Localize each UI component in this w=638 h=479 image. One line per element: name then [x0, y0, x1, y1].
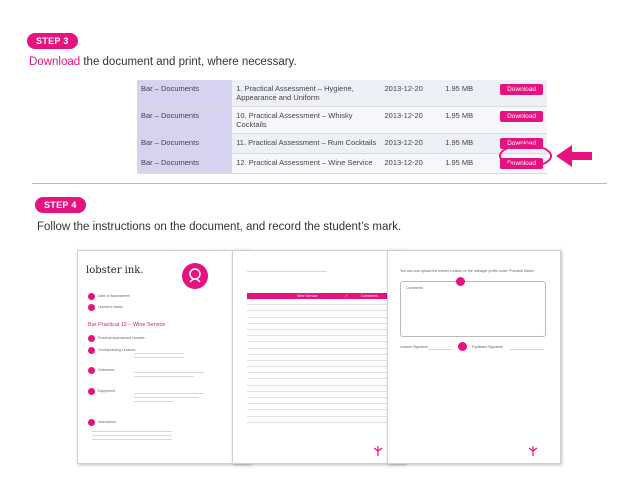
document-thumbnail-page-3: You can now upload the learner's marks o…: [387, 250, 561, 464]
comments-label: Comments: [406, 286, 423, 290]
date-cell: 2013-12-20: [380, 106, 442, 134]
step-4-instruction: Follow the instructions on the document,…: [37, 221, 402, 233]
section-label: Instructions:: [98, 420, 117, 424]
category-cell: Bar – Documents: [137, 80, 233, 107]
date-cell: 2013-12-20: [380, 133, 442, 154]
section-label: Outcomes:: [98, 368, 115, 372]
step-4-badge: STEP 4: [35, 197, 86, 213]
table-row: Bar – Documents 10. Practical Assessment…: [137, 106, 547, 134]
learner-signature-label: Learner Signature: [400, 345, 429, 349]
date-cell: 2013-12-20: [380, 80, 442, 107]
title-cell: 11. Practical Assessment – Rum Cocktails: [232, 133, 381, 154]
section-label: Equipment:: [98, 389, 116, 393]
pointer-arrow-icon: [556, 145, 592, 167]
title-cell: 1. Practical Assessment – Hygiene, Appea…: [232, 80, 381, 107]
download-link[interactable]: Download: [29, 56, 80, 68]
table-row: Bar – Documents 11. Practical Assessment…: [137, 133, 547, 154]
section-bullet-icon: [88, 419, 95, 426]
section-bullet-icon: [88, 335, 95, 342]
title-cell: 10. Practical Assessment – Whisky Cockta…: [232, 106, 381, 134]
upload-note: You can now upload the learner's marks o…: [400, 269, 535, 273]
action-cell: Download: [496, 80, 547, 107]
checklist-table: Wine Service ✓ Comments: [247, 293, 391, 423]
title-cell: 12. Practical Assessment – Wine Service: [232, 153, 381, 174]
name-field-label: Learner's Name:: [98, 305, 124, 309]
comments-box: Comments: [400, 281, 546, 337]
logo: lobster ink.: [86, 265, 144, 276]
section-label: Practical Assessment Number:: [98, 336, 146, 340]
section-label: Corresponding Lessons:: [98, 348, 136, 352]
size-cell: 1.95 MB: [441, 106, 497, 134]
document-thumbnail-page-1: lobster ink. Date of Assessment: Learner…: [77, 250, 251, 464]
highlight-ring: [499, 144, 552, 168]
date-bullet-icon: [88, 293, 95, 300]
checklist-header: Wine Service: [297, 294, 318, 298]
size-cell: 1.95 MB: [441, 133, 497, 154]
checklist-header: Comments: [361, 294, 378, 298]
date-field-label: Date of Assessment:: [98, 294, 131, 298]
table-row: Bar – Documents 12. Practical Assessment…: [137, 153, 547, 174]
practical-title: Bar Practical 12 – Wine Service: [88, 322, 166, 328]
size-cell: 1.95 MB: [441, 153, 497, 174]
document-thumbnail-page-2: Wine Service ✓ Comments: [232, 250, 406, 464]
step-3-badge: STEP 3: [27, 33, 78, 49]
signature-bullet-icon: [458, 342, 467, 351]
checklist-header: ✓: [345, 294, 348, 298]
section-bullet-icon: [88, 388, 95, 395]
table-row: Bar – Documents 1. Practical Assessment …: [137, 80, 547, 107]
section-bullet-icon: [88, 347, 95, 354]
download-button[interactable]: Download: [500, 84, 543, 95]
section-divider: [32, 183, 607, 184]
size-cell: 1.95 MB: [441, 80, 497, 107]
date-cell: 2013-12-20: [380, 153, 442, 174]
step-3-instruction-text: the document and print, where necessary.: [80, 56, 297, 68]
category-cell: Bar – Documents: [137, 153, 233, 174]
user-badge-icon: [182, 263, 208, 289]
comments-bullet-icon: [456, 277, 465, 286]
name-bullet-icon: [88, 304, 95, 311]
category-cell: Bar – Documents: [137, 106, 233, 134]
action-cell: Download: [496, 106, 547, 134]
logo-mark-icon: [528, 446, 538, 456]
step-3-instruction: Download the document and print, where n…: [29, 56, 297, 68]
facilitator-signature-label: Facilitator Signature: [472, 345, 504, 349]
category-cell: Bar – Documents: [137, 133, 233, 154]
section-bullet-icon: [88, 367, 95, 374]
documents-table: Bar – Documents 1. Practical Assessment …: [137, 80, 547, 174]
logo-mark-icon: [373, 446, 383, 456]
download-button[interactable]: Download: [500, 111, 543, 122]
